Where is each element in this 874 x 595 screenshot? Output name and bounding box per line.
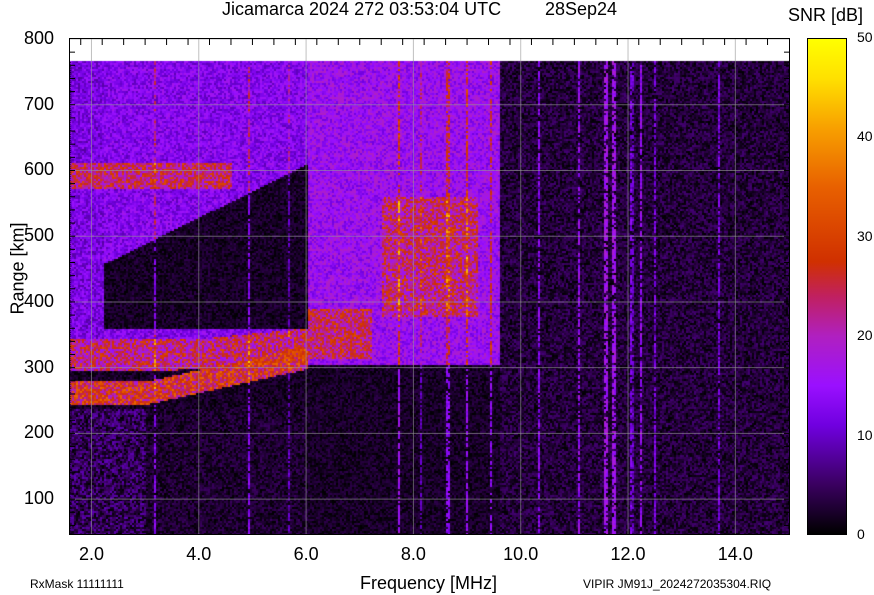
x-tick-label: 8.0	[400, 544, 426, 564]
plot-area	[69, 38, 790, 535]
y-tick-label: 800	[23, 28, 54, 48]
y-tick-label: 600	[23, 159, 54, 180]
y-tick-label: 700	[23, 93, 54, 114]
x-tick-label: 12.0	[610, 544, 646, 564]
colorbar-tick-label: 50	[857, 29, 873, 45]
x-tick-label: 4.0	[186, 544, 212, 564]
chart-date: 28Sep24	[545, 0, 618, 19]
y-tick-label: 200	[23, 422, 54, 443]
y-tick-label: 300	[23, 356, 54, 377]
x-tick-label: 2.0	[78, 544, 104, 564]
x-tick-label: 6.0	[293, 544, 319, 564]
y-tick-label: 100	[23, 488, 54, 509]
y-tick-label: 400	[23, 290, 54, 311]
grid	[70, 39, 789, 534]
colorbar-tick-label: 10	[857, 426, 873, 443]
x-tick-label: 14.0	[717, 544, 753, 564]
y-tick-label: 500	[23, 225, 54, 246]
x-axis-label: Frequency [MHz]	[360, 573, 498, 593]
file-label: VIPIR JM91J_2024272035304.RIQ	[583, 577, 772, 591]
chart-title: Jicamarca 2024 272 03:53:04 UTC	[222, 0, 502, 19]
colorbar-tick-label: 30	[857, 227, 873, 244]
colorbar	[807, 38, 847, 535]
colorbar-tick-label: 40	[857, 128, 873, 145]
colorbar-tick-label: 20	[857, 327, 873, 344]
colorbar-tick-label: 0	[857, 526, 865, 542]
x-tick-label: 10.0	[503, 544, 539, 564]
rxmask-label: RxMask 11111111	[30, 577, 124, 591]
colorbar-label: SNR [dB]	[788, 5, 864, 25]
